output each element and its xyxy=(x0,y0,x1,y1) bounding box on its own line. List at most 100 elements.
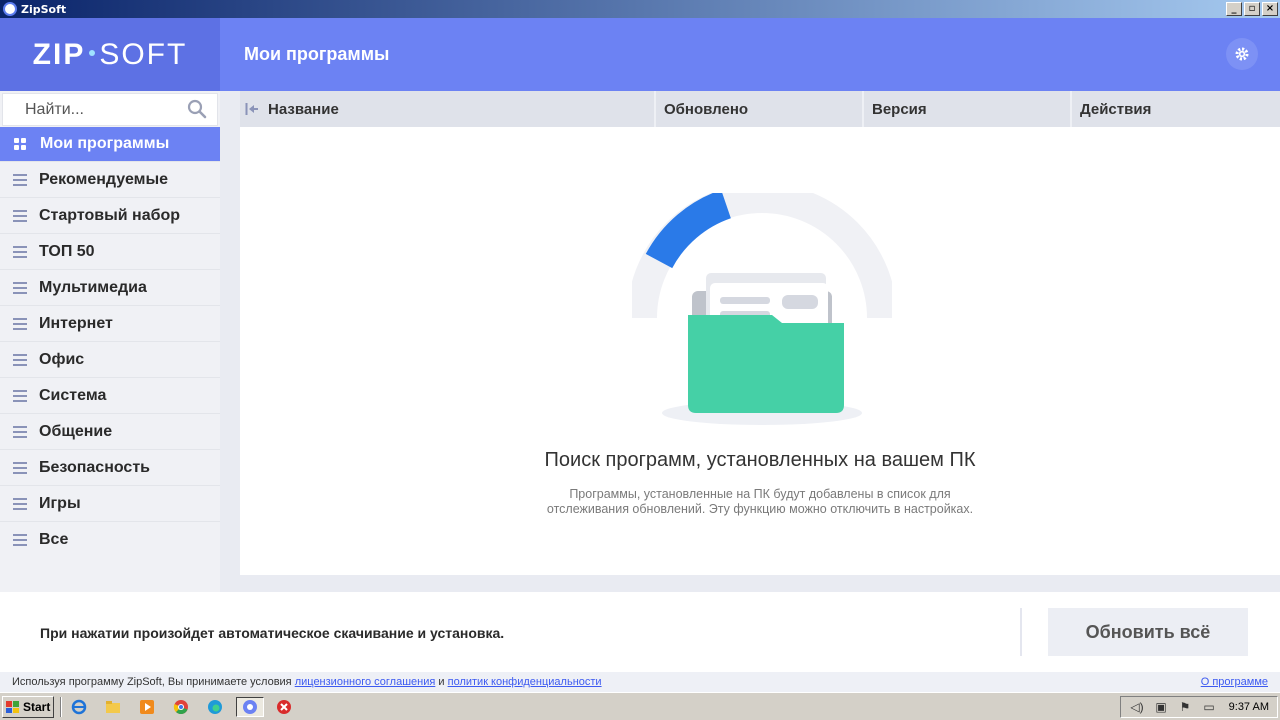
sidebar-item-my-programs[interactable]: Мои программы xyxy=(0,127,220,162)
legal-prefix: Используя программу ZipSoft, Вы принимае… xyxy=(12,676,292,688)
sidebar-item-label: Общение xyxy=(39,422,113,440)
minimize-button[interactable]: _ xyxy=(1226,2,1242,16)
start-label: Start xyxy=(23,700,51,714)
app-header: ZIP SOFT Мои программы xyxy=(0,18,1280,91)
list-icon xyxy=(13,497,27,510)
sidebar-item-label: ТОП 50 xyxy=(39,242,95,260)
sidebar-item-label: Мои программы xyxy=(40,135,170,152)
logo-text-zip: ZIP xyxy=(32,37,86,71)
column-header-version[interactable]: Версия xyxy=(862,91,1070,127)
footer-bar: При нажатии произойдет автоматическое ск… xyxy=(0,592,1280,672)
empty-state-description: Программы, установленные на ПК будут доб… xyxy=(240,487,1280,517)
column-header-name[interactable]: Название xyxy=(264,91,654,127)
monitor-icon[interactable]: ▭ xyxy=(1201,700,1217,714)
page-title: Мои программы xyxy=(244,44,390,64)
sidebar-item-communication[interactable]: Общение xyxy=(0,414,220,450)
sidebar-item-system[interactable]: Система xyxy=(0,378,220,414)
list-icon xyxy=(13,425,27,438)
settings-button[interactable] xyxy=(1226,38,1258,70)
internet-explorer-icon[interactable] xyxy=(68,697,90,717)
taskbar-clock: 9:37 AM xyxy=(1228,701,1269,713)
sidebar-item-all[interactable]: Все xyxy=(0,522,220,558)
sidebar-item-top50[interactable]: ТОП 50 xyxy=(0,234,220,270)
privacy-policy-link[interactable]: политик конфиденциальности xyxy=(448,676,602,688)
sidebar-item-label: Офис xyxy=(39,350,85,368)
about-program-link[interactable]: О программе xyxy=(1201,676,1268,688)
sidebar-item-label: Мультимедиа xyxy=(39,278,147,296)
system-tray: ◁) ▣ ⚑ ▭ 9:37 AM xyxy=(1120,696,1278,718)
list-icon xyxy=(13,389,27,402)
column-header-actions: Действия xyxy=(1070,91,1280,127)
list-icon xyxy=(13,461,27,474)
media-player-icon[interactable] xyxy=(136,697,158,717)
sidebar-item-games[interactable]: Игры xyxy=(0,486,220,522)
search-icon[interactable] xyxy=(187,99,207,119)
empty-state: Поиск программ, установленных на вашем П… xyxy=(240,127,1280,575)
list-icon xyxy=(13,209,27,222)
window-title: ZipSoft xyxy=(21,2,67,16)
list-icon xyxy=(13,281,27,294)
start-button[interactable]: Start xyxy=(2,696,54,718)
volume-icon[interactable]: ◁) xyxy=(1129,700,1145,714)
chrome-icon[interactable] xyxy=(170,697,192,717)
window-controls: _ ▫ × xyxy=(1226,2,1278,16)
category-nav: Мои программы Рекомендуемые Стартовый на… xyxy=(0,127,220,558)
list-icon xyxy=(13,317,27,330)
sidebar-item-label: Рекомендуемые xyxy=(39,170,169,188)
footer-note: При нажатии произойдет автоматическое ск… xyxy=(40,625,505,641)
list-icon xyxy=(13,353,27,366)
list-icon xyxy=(13,534,27,546)
window-titlebar: ZipSoft _ ▫ × xyxy=(0,0,1280,18)
sidebar-item-label: Стартовый набор xyxy=(39,206,181,224)
collapse-icon[interactable] xyxy=(240,91,264,127)
maximize-button[interactable]: ▫ xyxy=(1244,2,1260,16)
empty-state-description-line2: отслеживания обновлений. Эту функцию мож… xyxy=(546,502,974,516)
legal-text: Используя программу ZipSoft, Вы принимае… xyxy=(12,676,602,688)
zipsoft-app-icon xyxy=(3,2,17,16)
legal-and: и xyxy=(438,676,445,688)
sidebar-item-office[interactable]: Офис xyxy=(0,342,220,378)
zipsoft-taskbar-icon[interactable] xyxy=(236,697,264,717)
table-header: Название Обновлено Версия Действия xyxy=(240,91,1280,127)
settings-gear-icon xyxy=(1235,47,1249,61)
sidebar-item-label: Все xyxy=(39,531,69,548)
edge-icon[interactable] xyxy=(204,697,226,717)
column-header-updated[interactable]: Обновлено xyxy=(654,91,862,127)
sidebar: Мои программы Рекомендуемые Стартовый на… xyxy=(0,91,220,592)
os-taskbar: Start ◁) ▣ ⚑ ▭ 9:37 AM xyxy=(0,692,1280,720)
legal-bar: Используя программу ZipSoft, Вы принимае… xyxy=(0,672,1280,692)
list-icon xyxy=(13,173,27,186)
legal-right: О программе xyxy=(1201,676,1268,688)
update-all-button[interactable]: Обновить всё xyxy=(1048,608,1248,656)
sidebar-item-label: Безопасность xyxy=(39,458,150,476)
sidebar-item-label: Интернет xyxy=(39,314,113,332)
empty-state-title: Поиск программ, установленных на вашем П… xyxy=(544,449,976,471)
windows-logo-icon xyxy=(6,701,20,713)
sidebar-item-internet[interactable]: Интернет xyxy=(0,306,220,342)
list-icon xyxy=(13,245,27,258)
network-icon[interactable]: ▣ xyxy=(1153,700,1169,714)
sidebar-item-label: Система xyxy=(39,386,107,404)
close-button[interactable]: × xyxy=(1262,2,1278,16)
sidebar-item-security[interactable]: Безопасность xyxy=(0,450,220,486)
zipsoft-logo: ZIP SOFT xyxy=(0,18,220,91)
search-box xyxy=(2,93,218,126)
footer-divider xyxy=(1020,608,1022,656)
sidebar-item-label: Игры xyxy=(39,494,81,512)
action-center-flag-icon[interactable]: ⚑ xyxy=(1177,700,1193,714)
collapse-arrow-icon xyxy=(245,103,258,115)
license-agreement-link[interactable]: лицензионного соглашения xyxy=(295,676,436,688)
grid-icon xyxy=(14,138,26,150)
search-input[interactable] xyxy=(3,100,183,119)
sidebar-item-recommended[interactable]: Рекомендуемые xyxy=(0,162,220,198)
error-app-icon[interactable] xyxy=(270,697,298,717)
sidebar-item-multimedia[interactable]: Мультимедиа xyxy=(0,270,220,306)
main-panel: Название Обновлено Версия Действия Поиск… xyxy=(220,91,1280,592)
taskbar-separator xyxy=(60,697,62,717)
logo-text-soft: SOFT xyxy=(99,37,188,71)
sidebar-item-starter-pack[interactable]: Стартовый набор xyxy=(0,198,220,234)
file-explorer-icon[interactable] xyxy=(102,697,124,717)
empty-state-description-line1: Программы, установленные на ПК будут доб… xyxy=(569,487,951,501)
logo-dot xyxy=(89,49,96,56)
folder-illustration xyxy=(632,193,892,425)
